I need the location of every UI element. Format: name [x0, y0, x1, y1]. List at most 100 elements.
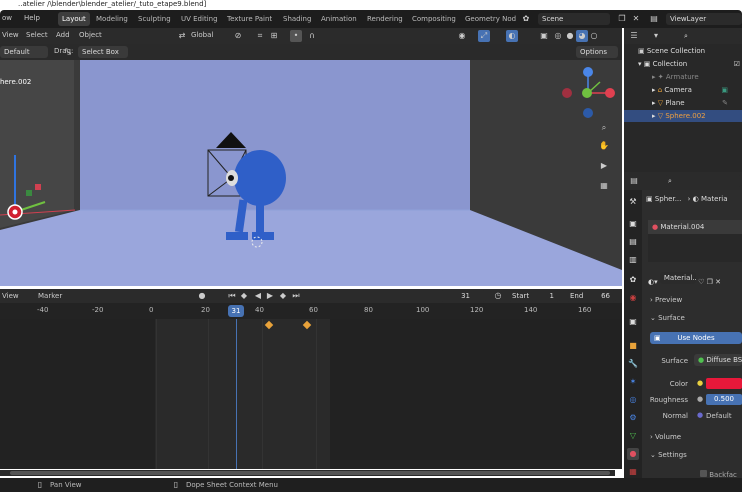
- object-tab-icon[interactable]: ■: [627, 340, 639, 352]
- editor-type-icon[interactable]: ☰: [628, 30, 640, 42]
- tab-animation[interactable]: Animation: [317, 12, 361, 26]
- end-frame-field[interactable]: End 66: [566, 290, 616, 302]
- tab-compositing[interactable]: Compositing: [408, 12, 460, 26]
- current-frame-field[interactable]: 31: [440, 290, 486, 302]
- timeline-menu-view[interactable]: View: [2, 292, 19, 300]
- pivot-icon[interactable]: ⊘: [232, 30, 244, 42]
- play-icon[interactable]: ▶: [264, 290, 276, 302]
- surface-shader-field[interactable]: ● Diffuse BS: [694, 354, 742, 366]
- tab-geometry-nodes[interactable]: Geometry Nod: [461, 12, 520, 26]
- playhead-label[interactable]: 31: [228, 305, 244, 317]
- modifier-tab-icon[interactable]: 🔧: [627, 358, 639, 370]
- timeline-body[interactable]: [0, 319, 622, 469]
- start-frame-field[interactable]: Start 1: [508, 290, 560, 302]
- outliner-item-armature[interactable]: ▸ ✦ Armature: [624, 71, 742, 83]
- unlink-icon[interactable]: ✕: [715, 278, 721, 286]
- outliner[interactable]: ▣ Scene Collection ▾ ▣ Collection ☑ ▸ ✦ A…: [624, 44, 742, 172]
- render-tab-icon[interactable]: ▣: [627, 218, 639, 230]
- world-tab-icon[interactable]: ◉: [627, 292, 639, 304]
- viewport-menu-select[interactable]: Select: [26, 31, 48, 39]
- timeline-scrollbar[interactable]: [0, 470, 615, 476]
- tab-rendering[interactable]: Rendering: [363, 12, 407, 26]
- record-icon[interactable]: ●: [196, 290, 208, 302]
- outliner-item-camera[interactable]: ▸ ⌂ Camera ▣: [624, 84, 742, 96]
- menu-window[interactable]: ow: [2, 14, 12, 22]
- scene-icon[interactable]: ✿: [520, 13, 532, 25]
- output-tab-icon[interactable]: ▤: [627, 236, 639, 248]
- material-shading-icon[interactable]: ◕: [576, 30, 588, 42]
- xray-icon[interactable]: ▣: [538, 30, 550, 42]
- section-surface[interactable]: ⌄ Surface: [650, 314, 685, 322]
- checkbox-icon[interactable]: ☑: [734, 58, 740, 70]
- transform-orientation[interactable]: Global: [191, 31, 213, 39]
- physics-tab-icon[interactable]: ◎: [627, 394, 639, 406]
- view-layer-icon[interactable]: ▤: [648, 13, 660, 25]
- overlay-toggle-icon[interactable]: ◐: [506, 30, 518, 42]
- material-browse-icon[interactable]: ◐▾: [648, 278, 660, 286]
- use-nodes-button[interactable]: ▣ Use Nodes: [650, 332, 742, 344]
- properties-search-input[interactable]: ⌕: [664, 175, 742, 187]
- timeline-ruler[interactable]: -40 -20 0 20 40 60 80 100 120 140 160 31: [0, 303, 622, 319]
- proportional-edit-icon[interactable]: •: [290, 30, 302, 42]
- zoom-icon[interactable]: ⌕: [598, 122, 610, 134]
- material-tab-icon[interactable]: ●: [627, 448, 639, 460]
- particles-tab-icon[interactable]: ✶: [627, 376, 639, 388]
- camera-view-icon[interactable]: ▶: [598, 160, 610, 172]
- transform-orientation-icon[interactable]: ⇄: [176, 30, 188, 42]
- pan-hand-icon[interactable]: ✋: [598, 140, 610, 152]
- material-slot-row[interactable]: ● Material.004: [648, 220, 742, 234]
- viewport-menu-view[interactable]: View: [2, 31, 19, 39]
- display-mode-icon[interactable]: ▾: [650, 30, 662, 42]
- outliner-item-plane[interactable]: ▸ ▽ Plane ✎: [624, 97, 742, 109]
- viewport-menu-object[interactable]: Object: [79, 31, 102, 39]
- viewport-menu-add[interactable]: Add: [56, 31, 70, 39]
- new-scene-icon[interactable]: ❐: [616, 13, 628, 25]
- drag-selector[interactable]: Select Box: [78, 46, 128, 58]
- outliner-collection[interactable]: ▾ ▣ Collection ☑: [624, 58, 742, 70]
- section-volume[interactable]: › Volume: [650, 433, 681, 441]
- material-name-field[interactable]: Material...: [659, 272, 696, 284]
- data-tab-icon[interactable]: ▽: [627, 430, 639, 442]
- tab-shading[interactable]: Shading: [279, 12, 315, 26]
- normal-value[interactable]: Default: [706, 412, 732, 420]
- keyframe[interactable]: [302, 320, 312, 330]
- prev-keyframe-icon[interactable]: ◆: [238, 290, 250, 302]
- play-reverse-icon[interactable]: ◀: [252, 290, 264, 302]
- solid-shading-icon[interactable]: ●: [564, 30, 576, 42]
- next-keyframe-icon[interactable]: ◆: [277, 290, 289, 302]
- mode-selector[interactable]: Default: [0, 46, 48, 58]
- snap-target-icon[interactable]: ⊞: [268, 30, 280, 42]
- collection-tab-icon[interactable]: ▣: [627, 316, 639, 328]
- gizmo-toggle-icon[interactable]: ⤢: [478, 30, 490, 42]
- rendered-shading-icon[interactable]: ○: [588, 30, 600, 42]
- section-preview[interactable]: › Preview: [650, 296, 682, 304]
- color-swatch[interactable]: [706, 378, 742, 389]
- jump-end-icon[interactable]: ⏭: [290, 290, 302, 302]
- wireframe-shading-icon[interactable]: ◎: [552, 30, 564, 42]
- roughness-slider[interactable]: 0.500: [706, 394, 742, 405]
- remove-scene-icon[interactable]: ✕: [630, 13, 642, 25]
- clock-icon[interactable]: ◷: [492, 290, 504, 302]
- backface-culling-checkbox[interactable]: Backfac: [700, 470, 737, 479]
- tab-layout[interactable]: Layout: [58, 12, 90, 26]
- visibility-icon[interactable]: ◉: [456, 30, 468, 42]
- view-layer-tab-icon[interactable]: ▥: [627, 254, 639, 266]
- perspective-toggle-icon[interactable]: ▦: [598, 180, 610, 192]
- tab-modeling[interactable]: Modeling: [92, 12, 132, 26]
- options-menu[interactable]: Options: [576, 46, 618, 58]
- duplicate-icon[interactable]: ❐: [707, 278, 713, 286]
- editor-type-icon[interactable]: ▤: [628, 175, 640, 187]
- tab-uv-editing[interactable]: UV Editing: [177, 12, 222, 26]
- scene-tab-icon[interactable]: ✿: [627, 274, 639, 286]
- view-layer-selector[interactable]: ViewLayer: [666, 13, 742, 25]
- menu-help[interactable]: Help: [24, 14, 40, 22]
- outliner-scene-collection[interactable]: ▣ Scene Collection: [624, 45, 742, 57]
- tab-sculpting[interactable]: Sculpting: [134, 12, 175, 26]
- scene-selector[interactable]: Scene: [538, 13, 610, 25]
- snap-icon[interactable]: ⌗: [254, 30, 266, 42]
- keyframe[interactable]: [264, 320, 274, 330]
- constraints-tab-icon[interactable]: ⚙: [627, 412, 639, 424]
- tab-texture-paint[interactable]: Texture Paint: [223, 12, 276, 26]
- tool-tab-icon[interactable]: ⚒: [627, 196, 639, 208]
- jump-start-icon[interactable]: ⏮: [226, 290, 238, 302]
